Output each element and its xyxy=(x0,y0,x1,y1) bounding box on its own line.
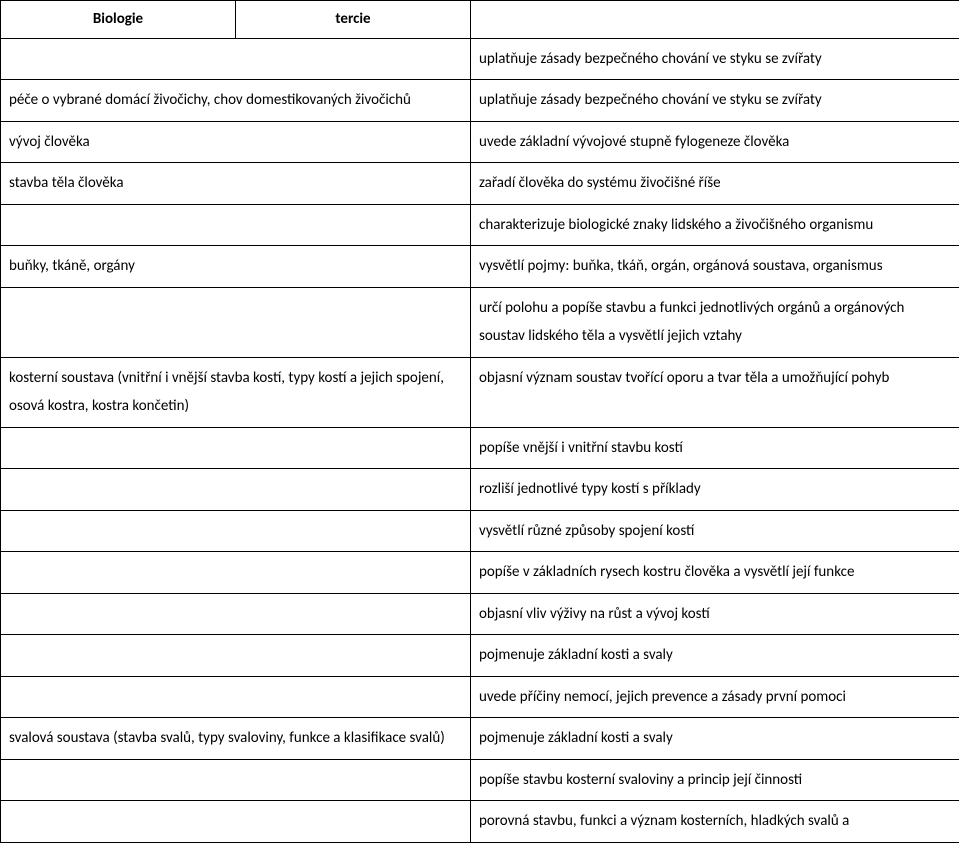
table-row: uvede příčiny nemocí, jejich prevence a … xyxy=(1,676,959,718)
topic-cell xyxy=(1,38,471,80)
topic-cell: svalová soustava (stavba svalů, typy sva… xyxy=(1,718,471,760)
topic-cell xyxy=(1,427,471,469)
topic-cell xyxy=(1,593,471,635)
topic-cell xyxy=(1,759,471,801)
topic-cell xyxy=(1,287,471,357)
outcome-cell: pojmenuje základní kosti a svaly xyxy=(471,718,959,760)
table-row: objasní vliv výživy na růst a vývoj kost… xyxy=(1,593,959,635)
table-row: charakterizuje biologické znaky lidského… xyxy=(1,204,959,246)
table-row: popíše stavbu kosterní svaloviny a princ… xyxy=(1,759,959,801)
table-row: uplatňuje zásady bezpečného chování ve s… xyxy=(1,38,959,80)
header-level: tercie xyxy=(236,1,471,39)
topic-cell xyxy=(1,204,471,246)
outcome-cell: rozliší jednotlivé typy kostí s příklady xyxy=(471,469,959,511)
table-row: určí polohu a popíše stavbu a funkci jed… xyxy=(1,287,959,357)
topic-cell xyxy=(1,510,471,552)
table-row: rozliší jednotlivé typy kostí s příklady xyxy=(1,469,959,511)
topic-cell xyxy=(1,676,471,718)
curriculum-table-page: Biologie tercie uplatňuje zásady bezpečn… xyxy=(0,0,959,843)
table-row: péče o vybrané domácí živočichy, chov do… xyxy=(1,80,959,122)
topic-cell: péče o vybrané domácí živočichy, chov do… xyxy=(1,80,471,122)
topic-cell: stavba těla člověka xyxy=(1,163,471,205)
outcome-cell: zařadí člověka do systému živočišné říše xyxy=(471,163,959,205)
table-header-row: Biologie tercie xyxy=(1,1,959,39)
outcome-cell: popíše v základních rysech kostru člověk… xyxy=(471,552,959,594)
table-row: popíše v základních rysech kostru člověk… xyxy=(1,552,959,594)
table-row: stavba těla člověkazařadí člověka do sys… xyxy=(1,163,959,205)
outcome-cell: uvede základní vývojové stupně fylogenez… xyxy=(471,121,959,163)
outcome-cell: uplatňuje zásady bezpečného chování ve s… xyxy=(471,80,959,122)
header-empty xyxy=(471,1,959,39)
topic-cell xyxy=(1,635,471,677)
outcome-cell: uvede příčiny nemocí, jejich prevence a … xyxy=(471,676,959,718)
table-row: pojmenuje základní kosti a svaly xyxy=(1,635,959,677)
outcome-cell: pojmenuje základní kosti a svaly xyxy=(471,635,959,677)
outcome-cell: porovná stavbu, funkci a význam kosterní… xyxy=(471,801,959,843)
table-row: svalová soustava (stavba svalů, typy sva… xyxy=(1,718,959,760)
topic-cell: vývoj člověka xyxy=(1,121,471,163)
outcome-cell: popíše stavbu kosterní svaloviny a princ… xyxy=(471,759,959,801)
outcome-cell: určí polohu a popíše stavbu a funkci jed… xyxy=(471,287,959,357)
table-body: Biologie tercie uplatňuje zásady bezpečn… xyxy=(1,1,959,843)
outcome-cell: uplatňuje zásady bezpečného chování ve s… xyxy=(471,38,959,80)
topic-cell xyxy=(1,801,471,843)
topic-cell xyxy=(1,552,471,594)
topic-cell xyxy=(1,469,471,511)
outcome-cell: vysvětlí pojmy: buňka, tkáň, orgán, orgá… xyxy=(471,246,959,288)
table-row: popíše vnější i vnitřní stavbu kostí xyxy=(1,427,959,469)
header-subject: Biologie xyxy=(1,1,236,39)
outcome-cell: objasní význam soustav tvořící oporu a t… xyxy=(471,357,959,427)
outcome-cell: charakterizuje biologické znaky lidského… xyxy=(471,204,959,246)
table-row: vývoj člověkauvede základní vývojové stu… xyxy=(1,121,959,163)
topic-cell: buňky, tkáně, orgány xyxy=(1,246,471,288)
curriculum-table: Biologie tercie uplatňuje zásady bezpečn… xyxy=(0,0,959,843)
outcome-cell: popíše vnější i vnitřní stavbu kostí xyxy=(471,427,959,469)
table-row: porovná stavbu, funkci a význam kosterní… xyxy=(1,801,959,843)
table-row: buňky, tkáně, orgányvysvětlí pojmy: buňk… xyxy=(1,246,959,288)
table-row: kosterní soustava (vnitřní i vnější stav… xyxy=(1,357,959,427)
topic-cell: kosterní soustava (vnitřní i vnější stav… xyxy=(1,357,471,427)
table-row: vysvětlí různé způsoby spojení kostí xyxy=(1,510,959,552)
outcome-cell: vysvětlí různé způsoby spojení kostí xyxy=(471,510,959,552)
outcome-cell: objasní vliv výživy na růst a vývoj kost… xyxy=(471,593,959,635)
